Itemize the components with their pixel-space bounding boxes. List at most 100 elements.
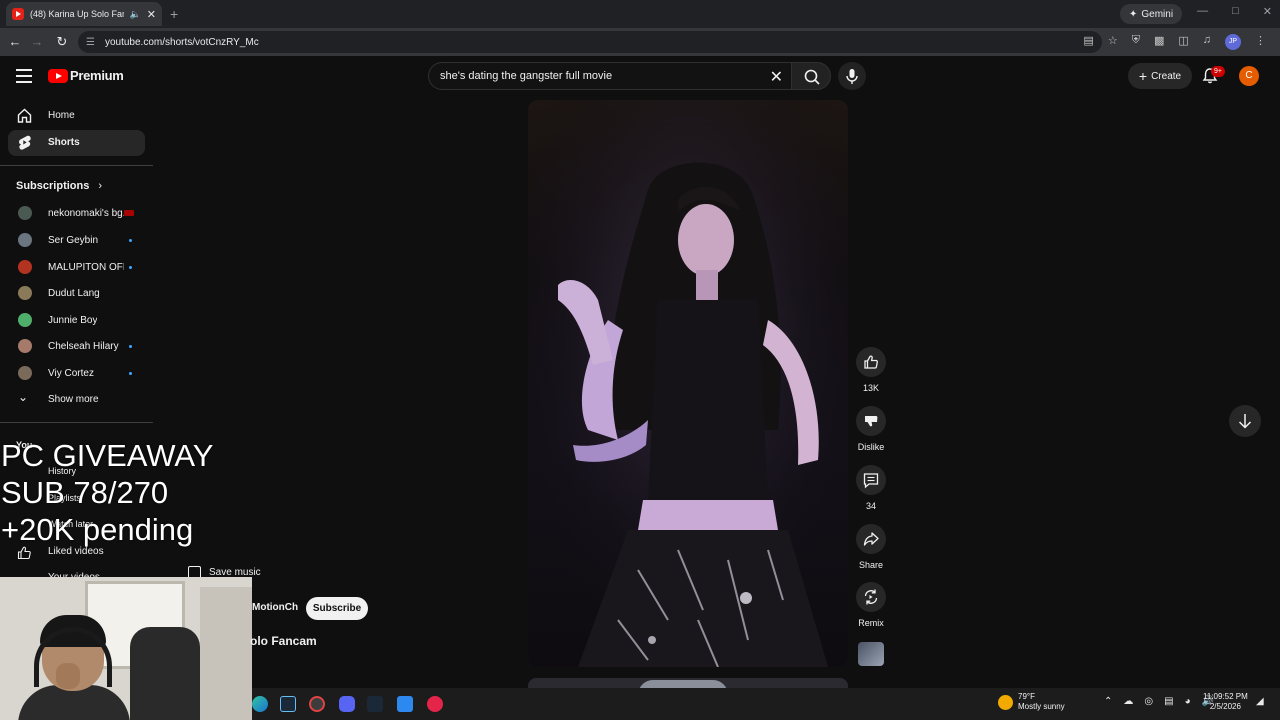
media-control-icon[interactable]: ♫ — [1203, 34, 1211, 50]
subscription-item[interactable]: Dudut Lang — [0, 282, 153, 304]
profile-avatar[interactable]: JP — [1225, 34, 1241, 50]
close-tab-icon[interactable]: ✕ — [147, 8, 156, 21]
short-video-player[interactable] — [528, 100, 848, 667]
comments-action[interactable]: 34 — [856, 465, 886, 511]
sparkle-icon: ✦ — [1129, 8, 1138, 20]
dislike-action[interactable]: Dislike — [856, 406, 886, 452]
comments-button[interactable] — [856, 465, 886, 495]
edge-browser-icon[interactable] — [252, 696, 268, 712]
tray-overflow-chevron-icon[interactable]: ⌃ — [1104, 696, 1112, 707]
sidebar-item-shorts[interactable]: Shorts — [8, 130, 145, 156]
sound-thumbnail[interactable] — [858, 642, 884, 666]
subscription-name: Viy Cortez — [48, 368, 94, 379]
remix-button[interactable] — [856, 582, 886, 612]
subscription-item[interactable]: MALUPITON OFF... — [0, 256, 153, 278]
subscription-item[interactable]: Ser Geybin — [0, 229, 153, 251]
create-button[interactable]: + Create — [1128, 63, 1192, 89]
discord-icon[interactable] — [339, 696, 355, 712]
browser-tab-strip: (48) Karina Up Solo Fancam 🔈 ✕ + ✦ Gemin… — [0, 0, 1280, 28]
forward-arrow-icon[interactable]: → — [28, 33, 46, 51]
sidebar-show-more[interactable]: ⌄ Show more — [0, 388, 153, 410]
like-count: 13K — [862, 383, 879, 393]
gemini-label: Gemini — [1141, 8, 1174, 20]
chrome-app-icon[interactable] — [309, 696, 325, 712]
search-icon — [804, 69, 820, 85]
voice-search-button[interactable] — [838, 62, 866, 90]
plus-icon: + — [1138, 68, 1148, 84]
window-controls: — □ ✕ — [1197, 5, 1272, 18]
subscription-item[interactable]: Viy Cortez — [0, 362, 153, 384]
subscription-item[interactable]: Junnie Boy — [0, 309, 153, 331]
browser-toolbar: ← → ↻ ☰ youtube.com/shorts/votCnzRY_Mc ▤… — [0, 28, 1280, 56]
short-title: olo Fancam — [250, 634, 317, 648]
kebab-menu-icon[interactable]: ⋮ — [1255, 34, 1266, 50]
dislike-button[interactable] — [856, 406, 886, 436]
search-button[interactable] — [791, 62, 831, 90]
hamburger-menu-icon[interactable] — [16, 69, 32, 83]
thumbs-up-icon — [864, 355, 878, 369]
speaker-icon[interactable]: 🔈 — [130, 9, 141, 20]
microphone-icon — [846, 69, 858, 84]
youtube-premium-logo[interactable]: Premium — [70, 68, 124, 83]
new-tab-button[interactable]: + — [170, 6, 178, 22]
notification-center-icon[interactable]: ◢ — [1256, 696, 1264, 707]
sidebar-item-home[interactable]: Home — [8, 103, 145, 129]
maximize-icon[interactable]: □ — [1232, 5, 1239, 18]
browser-tab[interactable]: (48) Karina Up Solo Fancam 🔈 ✕ — [6, 2, 162, 26]
site-info-icon[interactable]: ☰ — [86, 37, 95, 48]
shield-icon[interactable]: ⛨ — [1132, 34, 1140, 50]
next-short-button[interactable] — [1229, 405, 1261, 437]
steam-app-icon[interactable] — [367, 696, 383, 712]
comment-icon — [863, 473, 879, 489]
subscriptions-heading[interactable]: Subscriptions › — [16, 180, 102, 192]
share-action[interactable]: Share — [856, 524, 886, 570]
notification-count-badge: 9+ — [1211, 66, 1225, 77]
toolbar-icons: ▤ ☆ ⛨ ▩ ◫ ♫ JP ⋮ — [1083, 34, 1266, 50]
remix-label: Remix — [858, 618, 884, 628]
cloud-icon[interactable]: ☁ — [1123, 696, 1133, 707]
minimize-icon[interactable]: — — [1197, 5, 1208, 18]
notepad-icon[interactable] — [397, 696, 413, 712]
giveaway-overlay: PC GIVEAWAY SUB 78/270 +20K pending — [1, 437, 213, 548]
media-player-icon[interactable] — [427, 696, 443, 712]
subscription-name: Chelseah Hilary — [48, 341, 119, 352]
home-icon — [17, 108, 32, 123]
address-bar[interactable]: ☰ youtube.com/shorts/votCnzRY_Mc — [78, 31, 1102, 53]
install-app-icon[interactable]: ▤ — [1083, 34, 1093, 50]
remix-action[interactable]: Remix — [856, 582, 886, 628]
like-button[interactable] — [856, 347, 886, 377]
subscription-item[interactable]: nekonomaki's bg... — [0, 202, 153, 224]
clear-search-icon[interactable]: ✕ — [770, 67, 783, 87]
sidepanel-icon[interactable]: ◫ — [1178, 34, 1188, 50]
subscription-name: Ser Geybin — [48, 235, 99, 246]
display-icon[interactable]: ▤ — [1164, 696, 1173, 707]
channel-avatar — [18, 286, 32, 300]
subscription-item[interactable]: Chelseah Hilary — [0, 335, 153, 357]
weather-widget[interactable]: 79°F Mostly sunny — [998, 692, 1065, 712]
youtube-favicon-icon — [12, 8, 24, 20]
share-button[interactable] — [856, 524, 886, 554]
bookmark-star-icon[interactable]: ☆ — [1108, 34, 1118, 50]
subscriptions-heading-label: Subscriptions — [16, 180, 90, 192]
gemini-button[interactable]: ✦ Gemini — [1120, 4, 1183, 24]
dislike-label: Dislike — [857, 442, 885, 452]
microphone-tray-icon[interactable]: ◎ — [1144, 696, 1153, 707]
thumbs-down-icon — [865, 415, 878, 427]
reload-icon[interactable]: ↻ — [53, 33, 71, 51]
channel-name[interactable]: MotionCh — [252, 602, 298, 613]
subscribe-button[interactable]: Subscribe — [306, 597, 368, 620]
search-input[interactable]: she's dating the gangster full movie ✕ — [428, 62, 791, 90]
youtube-logo-icon[interactable] — [48, 69, 68, 83]
taskbar-clock[interactable]: 11:09:52 PM 2/5/2026 — [1203, 692, 1248, 712]
wifi-icon[interactable]: ◕ — [1185, 696, 1191, 707]
weather-description: Mostly sunny — [1018, 702, 1065, 711]
sidebar-divider — [0, 165, 153, 166]
steam-icon[interactable] — [280, 696, 296, 712]
close-window-icon[interactable]: ✕ — [1263, 5, 1272, 18]
account-avatar[interactable]: C — [1239, 66, 1259, 86]
like-action[interactable]: 13K — [856, 347, 886, 393]
share-arrow-icon — [863, 532, 879, 546]
extensions-icon[interactable]: ▩ — [1154, 34, 1164, 50]
back-arrow-icon[interactable]: ← — [6, 33, 24, 51]
channel-avatar — [18, 206, 32, 220]
